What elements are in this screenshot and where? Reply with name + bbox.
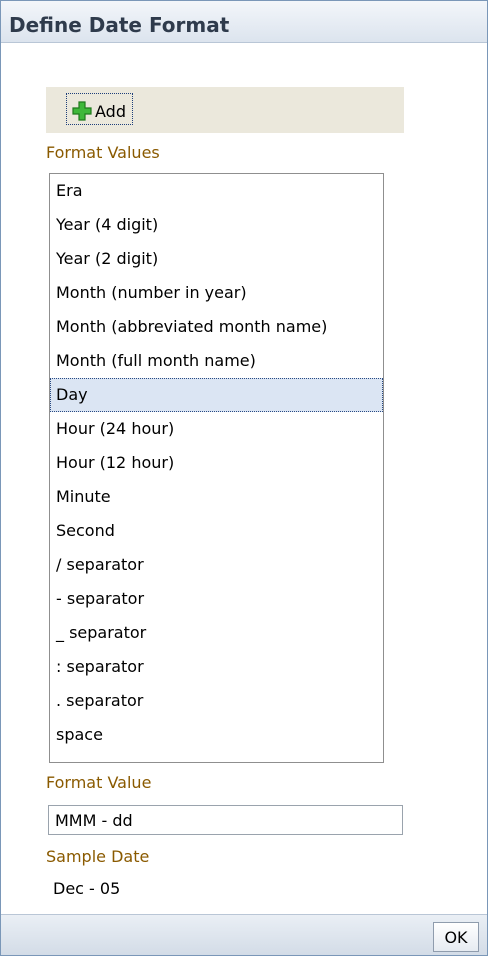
format-values-label: Format Values xyxy=(46,143,160,162)
list-item[interactable]: Month (abbreviated month name) xyxy=(50,310,383,344)
list-item[interactable]: Hour (12 hour) xyxy=(50,446,383,480)
list-item[interactable]: Year (4 digit) xyxy=(50,208,383,242)
define-date-format-dialog: Define Date Format Add Format Values Era… xyxy=(0,0,488,956)
list-item[interactable]: Era xyxy=(50,174,383,208)
ok-button[interactable]: OK xyxy=(433,922,479,952)
add-button[interactable]: Add xyxy=(66,93,133,125)
list-item[interactable]: Hour (24 hour) xyxy=(50,412,383,446)
list-item[interactable]: Month (number in year) xyxy=(50,276,383,310)
list-item[interactable]: space xyxy=(50,718,383,752)
list-item[interactable]: Minute xyxy=(50,480,383,514)
dialog-title: Define Date Format xyxy=(1,1,487,43)
list-item[interactable]: Month (full month name) xyxy=(50,344,383,378)
list-item[interactable]: Year (2 digit) xyxy=(50,242,383,276)
format-value-input[interactable] xyxy=(48,805,403,835)
list-toolbar: Add xyxy=(46,87,404,133)
list-item[interactable]: . separator xyxy=(50,684,383,718)
format-values-listbox[interactable]: Era Year (4 digit) Year (2 digit) Month (nu… xyxy=(49,173,384,763)
list-item[interactable]: _ separator xyxy=(50,616,383,650)
list-item[interactable]: Day xyxy=(50,378,383,412)
add-button-label: Add xyxy=(95,101,126,121)
sample-date-label: Sample Date xyxy=(46,847,150,866)
format-value-label: Format Value xyxy=(46,773,152,792)
list-item[interactable]: / separator xyxy=(50,548,383,582)
sample-date-value: Dec - 05 xyxy=(53,879,121,898)
list-item[interactable]: Second xyxy=(50,514,383,548)
list-item[interactable]: - separator xyxy=(50,582,383,616)
dialog-footer: OK xyxy=(1,914,487,955)
plus-icon xyxy=(72,101,92,121)
list-item[interactable]: : separator xyxy=(50,650,383,684)
